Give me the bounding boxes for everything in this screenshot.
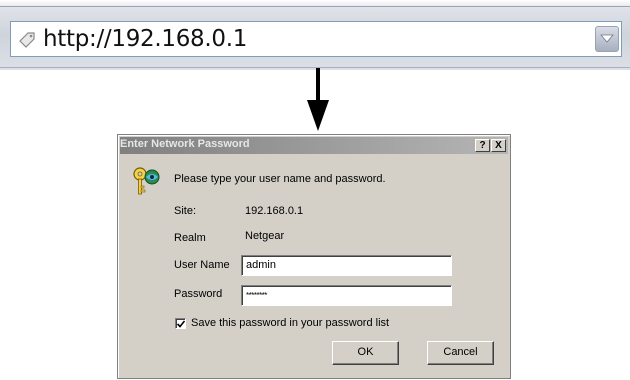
address-dropdown-button[interactable] bbox=[595, 26, 619, 52]
username-label: User Name bbox=[174, 259, 230, 271]
username-input[interactable]: admin bbox=[241, 255, 452, 276]
checkmark-icon bbox=[177, 320, 185, 328]
arrow-down-icon bbox=[307, 68, 329, 131]
address-field[interactable]: http://192.168.0.1 bbox=[10, 21, 622, 57]
page-icon bbox=[19, 32, 35, 48]
save-password-label[interactable]: Save this password in your password list bbox=[191, 317, 389, 329]
dialog-titlebar: Enter Network Password ? X bbox=[120, 137, 508, 154]
site-label: Site: bbox=[174, 205, 197, 217]
key-icon bbox=[133, 167, 160, 195]
cancel-button[interactable]: Cancel bbox=[427, 341, 494, 365]
save-password-checkbox[interactable] bbox=[175, 318, 186, 329]
dialog-title: Enter Network Password bbox=[120, 138, 250, 150]
password-input[interactable]: ******** bbox=[241, 285, 452, 306]
password-label: Password bbox=[174, 288, 223, 300]
network-password-dialog: Enter Network Password ? X Please type y… bbox=[117, 134, 511, 379]
address-bar-strip: http://192.168.0.1 bbox=[0, 0, 630, 70]
ok-button[interactable]: OK bbox=[332, 341, 399, 365]
toolbar-divider bbox=[0, 6, 630, 7]
realm-label: Realm bbox=[174, 232, 206, 244]
close-button[interactable]: X bbox=[491, 139, 506, 152]
dialog-prompt: Please type your user name and password. bbox=[174, 173, 386, 185]
help-button[interactable]: ? bbox=[475, 139, 490, 152]
site-value: 192.168.0.1 bbox=[245, 205, 304, 217]
chevron-down-icon bbox=[600, 34, 614, 43]
url-text[interactable]: http://192.168.0.1 bbox=[43, 26, 247, 52]
realm-value: Netgear bbox=[245, 230, 285, 242]
